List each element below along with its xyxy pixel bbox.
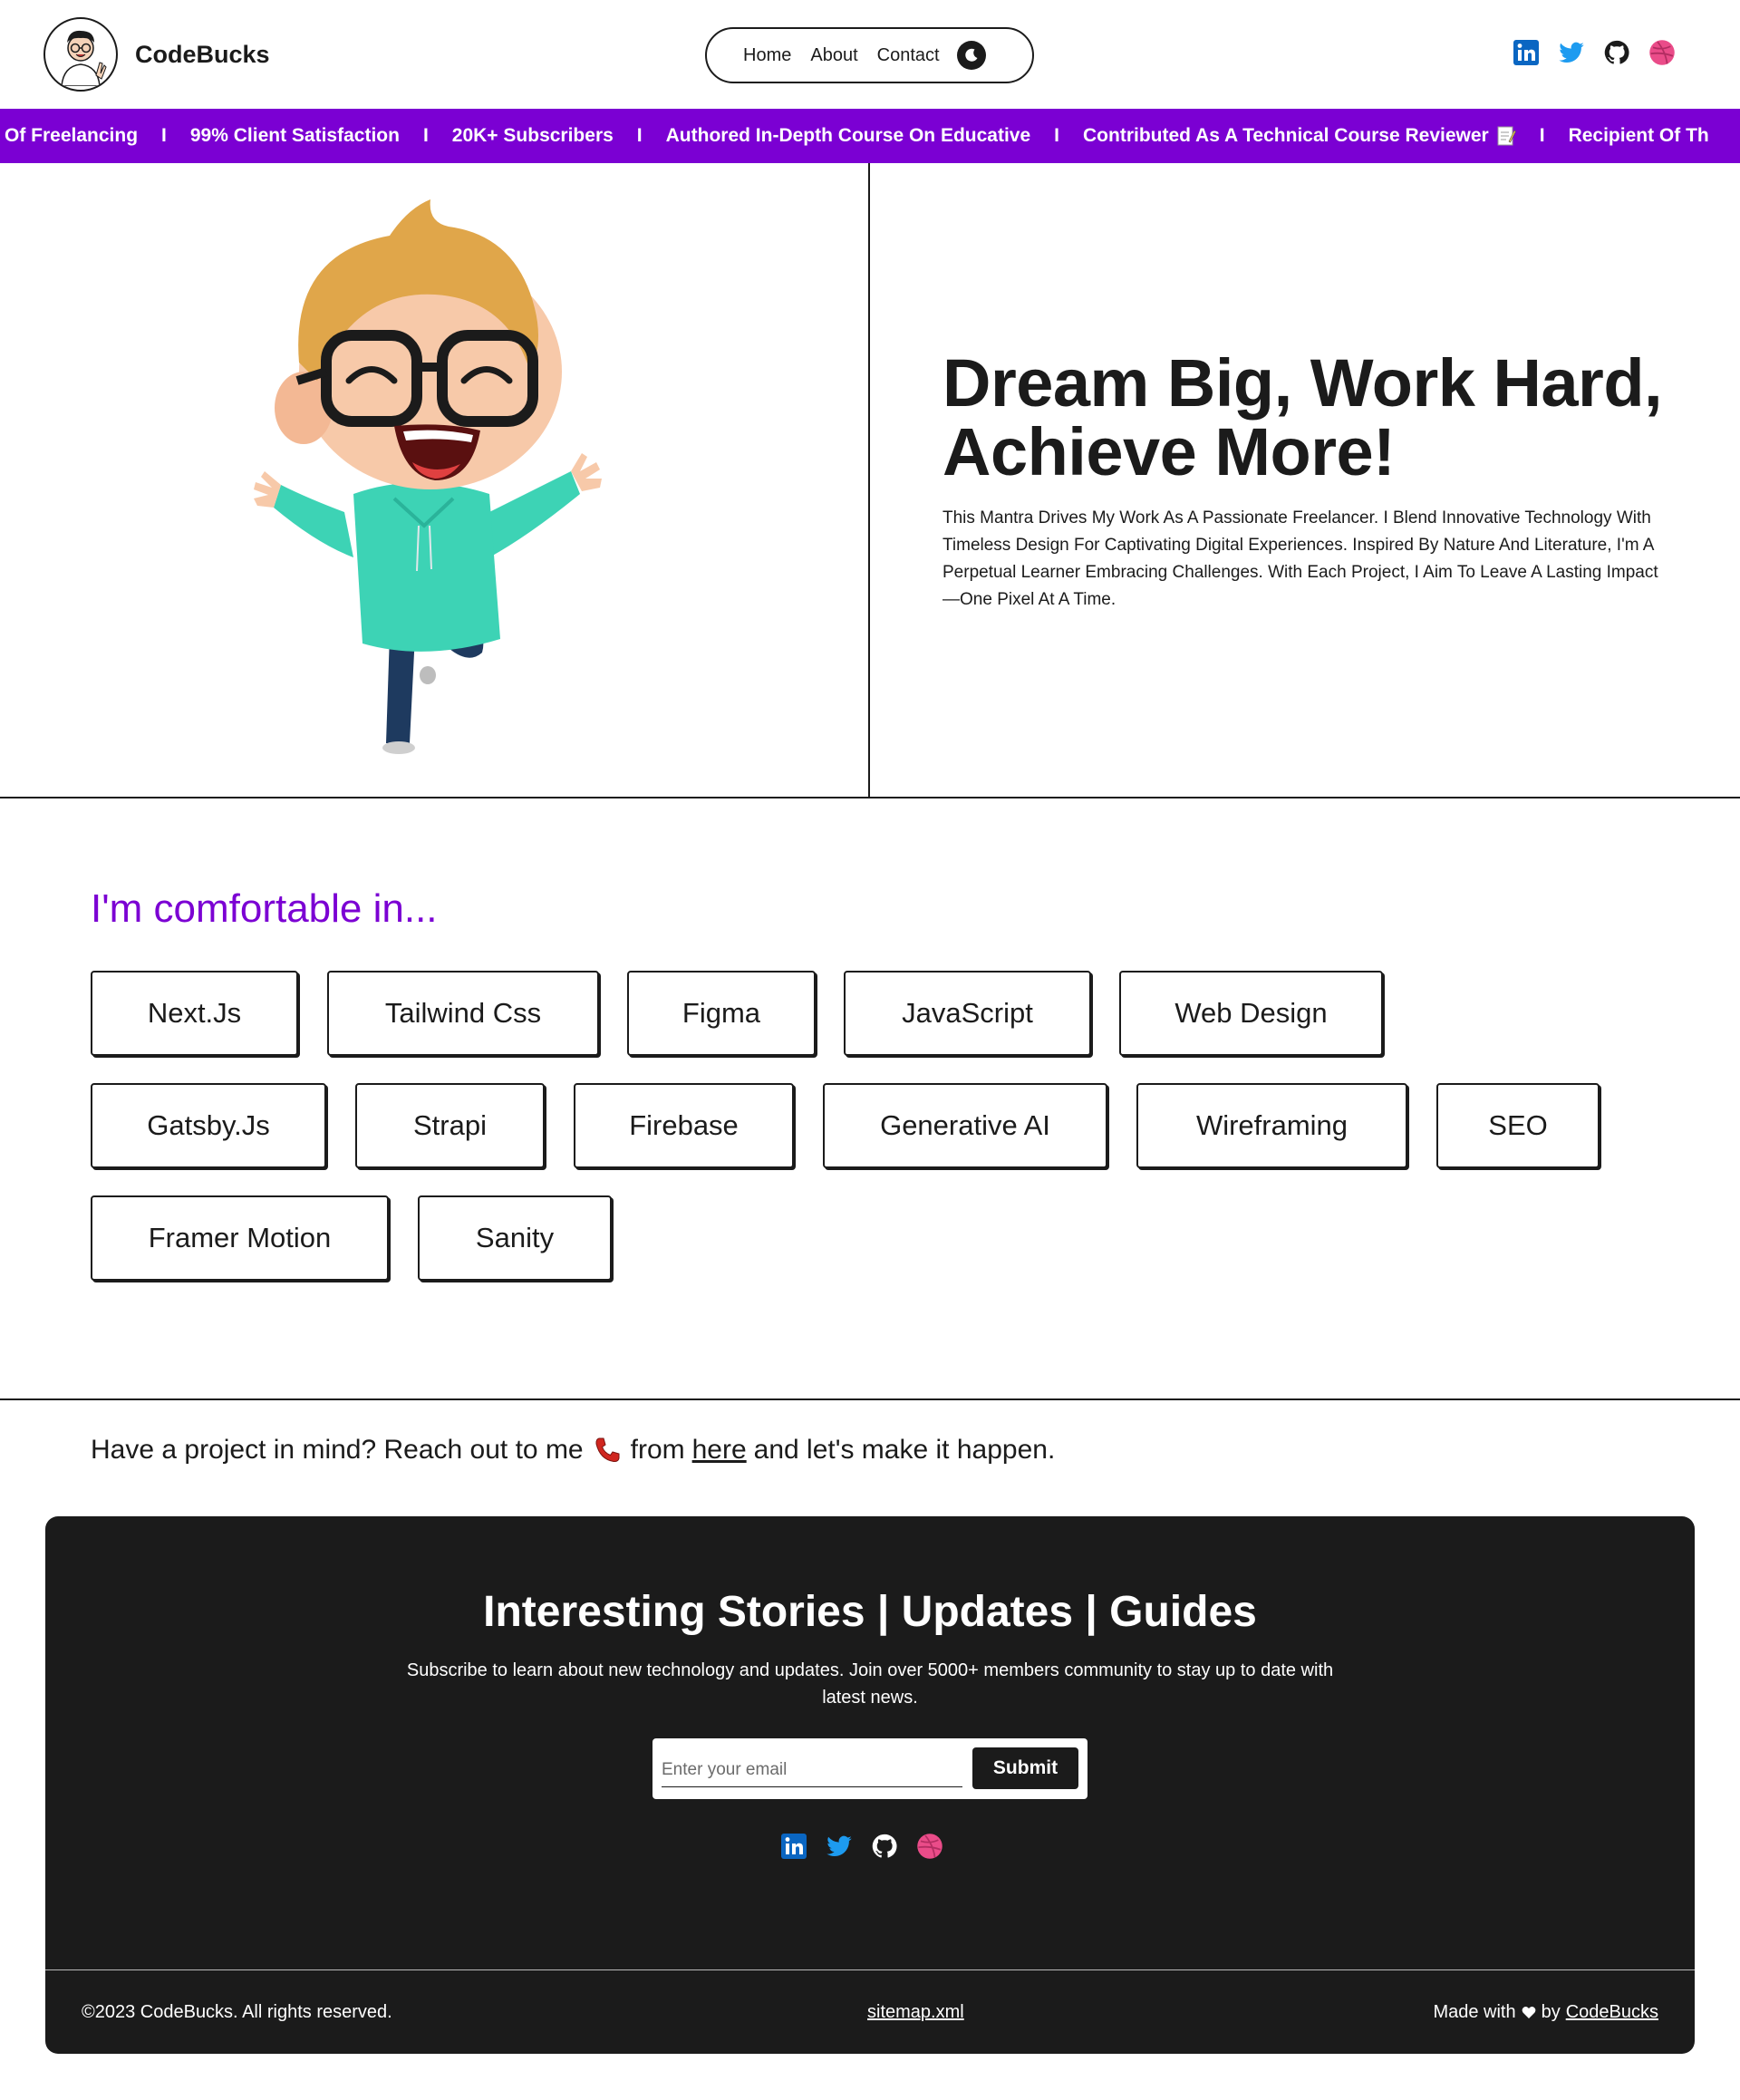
hero-text: Dream Big, Work Hard, Achieve More! This… (942, 349, 1668, 614)
email-input[interactable] (662, 1753, 962, 1787)
banner-item: 20K+ Subscribers (451, 125, 614, 146)
banner-item: 99% Client Satisfaction (189, 125, 400, 146)
linkedin-icon[interactable] (1512, 38, 1540, 66)
hero-title: Dream Big, Work Hard, Achieve More! (942, 345, 1663, 489)
author-link[interactable]: CodeBucks (1566, 2002, 1658, 2023)
skill-chip[interactable]: Generative AI (823, 1083, 1107, 1168)
nav-home-link[interactable]: Home (743, 45, 791, 66)
github-icon[interactable] (870, 1832, 898, 1860)
banner-separator: I (161, 125, 167, 146)
skill-chip[interactable]: JavaScript (844, 971, 1091, 1056)
site-header: CodeBucks Home About Contact (0, 0, 1740, 109)
achievements-banner: Of Freelancing I 99% Client Satisfaction… (0, 109, 1740, 163)
skill-chip[interactable]: Firebase (574, 1083, 794, 1168)
banner-separator: I (1054, 125, 1060, 146)
hero-divider (868, 163, 870, 798)
skills-section: I'm comfortable in... Next.Js Tailwind C… (91, 886, 1686, 1281)
contact-cta: Have a project in mind? Reach out to me … (91, 1435, 1055, 1466)
newsletter-description: Subscribe to learn about new technology … (406, 1660, 1334, 1708)
submit-button[interactable]: Submit (972, 1747, 1078, 1789)
hero-section: Dream Big, Work Hard, Achieve More! This… (0, 163, 1740, 798)
character-illustration-icon (254, 199, 602, 754)
logo[interactable]: CodeBucks (44, 17, 270, 92)
cta-text-before: Have a project in mind? Reach out to me (91, 1435, 584, 1465)
nav-about-link[interactable]: About (810, 45, 857, 66)
hero-character-illustration (218, 199, 671, 761)
moon-icon (964, 48, 978, 62)
made-with-text: Made with (1433, 2002, 1516, 2022)
site-footer: Interesting Stories | Updates | Guides S… (45, 1516, 1695, 2054)
twitter-icon[interactable] (825, 1832, 853, 1860)
dribbble-icon[interactable] (1648, 38, 1676, 66)
skills-title: I'm comfortable in... (91, 886, 438, 931)
contact-here-link[interactable]: here (692, 1435, 747, 1466)
skill-chip[interactable]: Wireframing (1136, 1083, 1407, 1168)
footer-social-links (779, 1832, 943, 1860)
skill-chip[interactable]: Framer Motion (91, 1195, 389, 1281)
skill-chip[interactable]: Tailwind Css (327, 971, 599, 1056)
made-with-credit: Made with by CodeBucks (1433, 2002, 1658, 2023)
banner-item: Authored In-Depth Course On Educative (665, 125, 1031, 146)
theme-toggle-button[interactable] (956, 41, 986, 70)
brand-name[interactable]: CodeBucks (135, 41, 270, 69)
section-divider (0, 1398, 1740, 1400)
banner-item-text: Contributed As A Technical Course Review… (1083, 125, 1489, 146)
avatar[interactable] (44, 17, 118, 92)
avatar-illustration-icon (61, 30, 107, 86)
footer-divider (45, 1969, 1695, 1970)
made-by-text: by (1541, 2002, 1561, 2022)
cta-text-after: and let's make it happen. (753, 1435, 1056, 1465)
github-icon[interactable] (1602, 38, 1630, 66)
twitter-icon[interactable] (1557, 38, 1585, 66)
banner-item: Contributed As A Technical Course Review… (1083, 125, 1516, 147)
hero-description: This Mantra Drives My Work As A Passiona… (942, 508, 1658, 609)
header-social-links (1512, 38, 1676, 66)
skill-chip[interactable]: Gatsby.Js (91, 1083, 326, 1168)
copyright-text: ©2023 CodeBucks. All rights reserved. (82, 2002, 392, 2022)
banner-track: Of Freelancing I 99% Client Satisfaction… (5, 109, 1709, 163)
skill-chip[interactable]: Figma (627, 971, 816, 1056)
banner-item: Recipient Of Th (1568, 125, 1709, 146)
newsletter-title: Interesting Stories | Updates | Guides (483, 1588, 1257, 1636)
main-nav: Home About Contact (705, 27, 1034, 83)
banner-item: Of Freelancing (5, 125, 139, 146)
skill-chip[interactable]: Sanity (418, 1195, 612, 1281)
skill-chip[interactable]: Web Design (1119, 971, 1383, 1056)
banner-separator: I (636, 125, 643, 146)
sitemap-link[interactable]: sitemap.xml (867, 2002, 964, 2023)
banner-separator: I (1539, 125, 1545, 146)
newsletter-form: Submit (652, 1738, 1088, 1799)
cta-text-from: from (630, 1435, 685, 1465)
skill-chip[interactable]: Strapi (355, 1083, 545, 1168)
skill-chip[interactable]: Next.Js (91, 971, 298, 1056)
heart-icon (1522, 2006, 1535, 2018)
memo-icon (1497, 126, 1516, 146)
telephone-receiver-icon (593, 1436, 622, 1465)
banner-separator: I (422, 125, 429, 146)
dribbble-icon[interactable] (915, 1832, 943, 1860)
skill-chip[interactable]: SEO (1436, 1083, 1600, 1168)
nav-contact-link[interactable]: Contact (877, 45, 940, 66)
linkedin-icon[interactable] (779, 1832, 807, 1860)
